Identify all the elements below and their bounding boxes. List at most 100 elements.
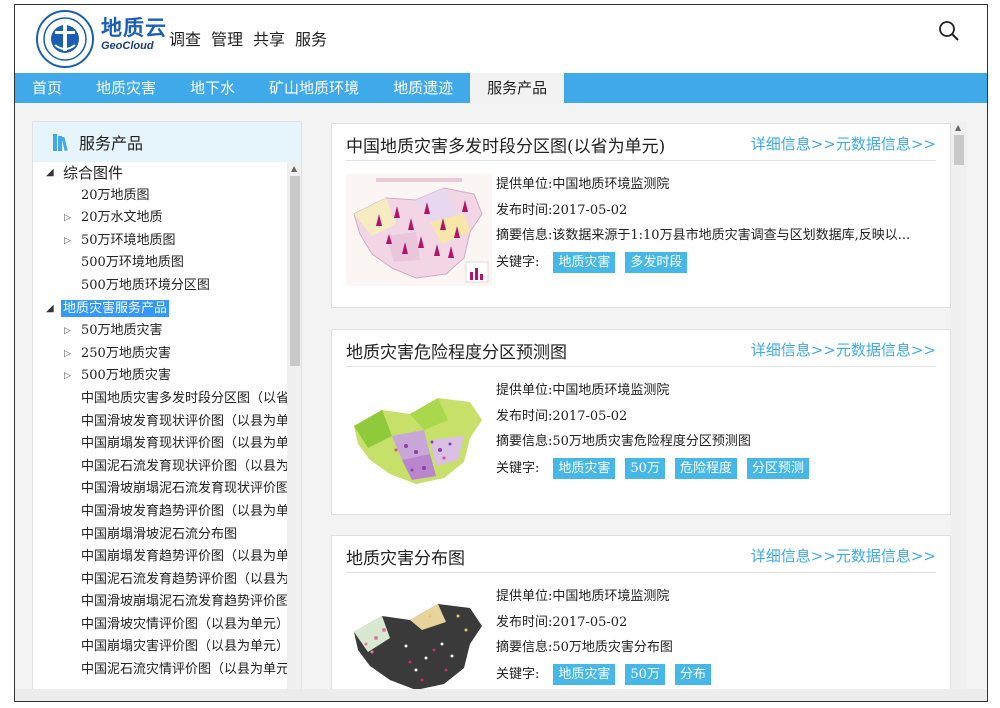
- collapsed-arrow-icon[interactable]: ▷: [64, 230, 71, 253]
- top-nav-manage[interactable]: 管理: [211, 26, 243, 50]
- tree-item-label: 中国滑坡灾情评价图（以县为单元）: [81, 616, 287, 632]
- nav-mine-environment[interactable]: 矿山地质环境: [252, 73, 376, 103]
- tree-item-label: 地质灾害服务产品: [61, 299, 170, 317]
- keyword-tag[interactable]: 地质灾害: [553, 458, 616, 479]
- tree-item[interactable]: 中国滑坡发育现状评价图（以县为单: [33, 411, 287, 434]
- content-scrollbar[interactable]: ▲: [951, 121, 967, 701]
- map-thumbnail-image[interactable]: [346, 586, 492, 698]
- product-tree: ◢ 综合图件 20万地质图 ▷ 20万水文地质 ▷ 50万环境地质图 500万环境地质图 500…: [33, 162, 287, 690]
- tree-item-label: 中国泥石流发育现状评价图（以县为: [81, 458, 287, 474]
- tree-item[interactable]: 20万地质图: [33, 185, 287, 208]
- sidebar: 服务产品 ◢ 综合图件 20万地质图 ▷ 20万水文地质 ▷ 50万环境地质图 500万环境地…: [32, 121, 302, 691]
- top-nav-survey[interactable]: 调查: [169, 26, 201, 50]
- summary-text: 摘要信息:50万地质灾害危险程度分区预测图: [496, 434, 751, 449]
- tree-item[interactable]: ▷ 250万地质灾害: [33, 343, 287, 366]
- scroll-up-icon[interactable]: ▲: [955, 123, 961, 132]
- map-thumbnail-image[interactable]: [346, 174, 492, 286]
- nav-groundwater[interactable]: 地下水: [173, 73, 252, 103]
- sidebar-scroll-thumb[interactable]: [290, 176, 300, 366]
- top-nav: 调查 管理 共享 服务: [169, 26, 327, 50]
- tree-item[interactable]: 中国滑坡发育趋势评价图（以县为单: [33, 501, 287, 524]
- tree-item[interactable]: 中国滑坡崩塌泥石流发育现状评价图: [33, 478, 287, 501]
- detail-info-link[interactable]: 详细信息>>: [751, 135, 836, 153]
- keyword-tag[interactable]: 50万: [625, 458, 665, 479]
- tree-item[interactable]: 500万地质环境分区图: [33, 275, 287, 298]
- keyword-tag[interactable]: 分区预测: [746, 458, 809, 479]
- product-card: 中国地质灾害多发时段分区图(以省为单元) 详细信息>>元数据信息>> 提供单位:…: [331, 123, 951, 308]
- tree-item[interactable]: 中国滑坡崩塌泥石流发育趋势评价图: [33, 591, 287, 614]
- detail-info-link[interactable]: 详细信息>>: [751, 547, 836, 565]
- product-card: 地质灾害危险程度分区预测图 详细信息>>元数据信息>> 提供单位:中国地质环境监…: [331, 329, 951, 515]
- nav-geoheritage[interactable]: 地质遗迹: [376, 73, 470, 103]
- keyword-tag[interactable]: 分布: [674, 664, 711, 685]
- nav-service-products[interactable]: 服务产品: [470, 73, 565, 103]
- scroll-up-icon[interactable]: ▲: [291, 164, 297, 173]
- card-title[interactable]: 地质灾害分布图: [346, 544, 465, 569]
- tree-item-label: 20万地质图: [81, 187, 150, 203]
- keyword-tag[interactable]: 地质灾害: [553, 252, 616, 273]
- tree-item[interactable]: 500万环境地质图: [33, 252, 287, 275]
- card-title[interactable]: 中国地质灾害多发时段分区图(以省为单元): [346, 132, 665, 157]
- keyword-tag[interactable]: 多发时段: [625, 252, 688, 273]
- tree-item-label: 综合图件: [63, 164, 124, 182]
- keyword-label: 关键字:: [496, 666, 540, 682]
- keyword-row: 关键字: 地质灾害 50万 分布: [496, 661, 711, 689]
- card-divider: [346, 160, 936, 161]
- card-title[interactable]: 地质灾害危险程度分区预测图: [346, 338, 567, 363]
- card-info: 提供单位:中国地质环境监测院 发布时间:2017-05-02 摘要信息:50万地…: [496, 584, 711, 689]
- collapsed-arrow-icon[interactable]: ▷: [64, 343, 71, 366]
- collapsed-arrow-icon[interactable]: ▷: [64, 365, 71, 388]
- geology-survey-logo-icon[interactable]: ·: [35, 9, 95, 69]
- product-card: 地质灾害分布图 详细信息>>元数据信息>> 提供单位:中国地质环境监测院 发布时…: [331, 535, 951, 701]
- detail-info-link[interactable]: 详细信息>>: [751, 341, 836, 359]
- top-nav-share[interactable]: 共享: [253, 26, 285, 50]
- metadata-info-link[interactable]: 元数据信息>>: [836, 135, 936, 153]
- keyword-tag[interactable]: 危险程度: [674, 458, 737, 479]
- app-window: · 地质云 GeoCloud 调查 管理 共享 服务 首页 地质灾害 地下水 矿…: [14, 4, 988, 702]
- keyword-tag[interactable]: 50万: [625, 664, 665, 685]
- nav-geohazard[interactable]: 地质灾害: [79, 73, 173, 103]
- collapsed-arrow-icon[interactable]: ▷: [64, 207, 71, 230]
- tree-item[interactable]: 中国泥石流发育趋势评价图（以县为: [33, 569, 287, 592]
- tree-item[interactable]: ▷ 500万地质灾害: [33, 365, 287, 388]
- tree-item-label: 50万地质灾害: [81, 323, 163, 339]
- tree-item-label: 中国崩塌灾害评价图（以县为单元）: [81, 639, 287, 655]
- tree-item[interactable]: ▷ 50万环境地质图: [33, 230, 287, 253]
- tree-category[interactable]: ◢ 综合图件: [33, 162, 287, 185]
- tree-item[interactable]: 中国泥石流发育现状评价图（以县为: [33, 456, 287, 479]
- expanded-arrow-icon[interactable]: ◢: [46, 298, 54, 321]
- search-icon[interactable]: [937, 19, 961, 43]
- tree-item-label: 中国滑坡发育趋势评价图（以县为单: [81, 503, 287, 519]
- keyword-row: 关键字: 地质灾害 多发时段: [496, 249, 910, 277]
- publish-date-text: 发布时间:2017-05-02: [496, 614, 628, 630]
- tree-item[interactable]: ▷ 50万地质灾害: [33, 320, 287, 343]
- tree-item-label: 500万环境地质图: [81, 255, 184, 271]
- tree-item-label: 中国滑坡崩塌泥石流发育趋势评价图: [81, 594, 287, 610]
- card-info: 提供单位:中国地质环境监测院 发布时间:2017-05-02 摘要信息:该数据来…: [496, 172, 910, 277]
- tree-item-label: 500万地质灾害: [81, 368, 171, 384]
- card-links: 详细信息>>元数据信息>>: [751, 133, 936, 154]
- tree-item[interactable]: 中国崩塌滑坡泥石流分布图: [33, 524, 287, 547]
- sidebar-scrollbar[interactable]: ▲: [287, 162, 301, 690]
- tree-item[interactable]: 中国泥石流灾情评价图（以县为单元: [33, 659, 287, 682]
- tree-item[interactable]: 中国滑坡灾情评价图（以县为单元）: [33, 614, 287, 637]
- collapsed-arrow-icon[interactable]: ▷: [64, 320, 71, 343]
- keyword-tag[interactable]: 地质灾害: [553, 664, 616, 685]
- sidebar-title: 服务产品: [79, 134, 144, 153]
- tree-item[interactable]: 中国崩塌发育现状评价图（以县为单: [33, 433, 287, 456]
- top-nav-service[interactable]: 服务: [295, 26, 327, 50]
- tree-item[interactable]: 中国崩塌灾害评价图（以县为单元）: [33, 636, 287, 659]
- metadata-info-link[interactable]: 元数据信息>>: [836, 547, 936, 565]
- tree-item-label: 中国崩塌发育现状评价图（以县为单: [81, 436, 287, 452]
- content-scroll-thumb[interactable]: [954, 135, 964, 165]
- horizontal-scrollbar[interactable]: [15, 689, 987, 701]
- tree-item[interactable]: ▷ 20万水文地质: [33, 207, 287, 230]
- map-thumbnail-image[interactable]: [346, 380, 492, 492]
- tree-category[interactable]: ◢ 地质灾害服务产品: [33, 298, 287, 321]
- brand[interactable]: 地质云 GeoCloud: [101, 16, 167, 53]
- tree-item[interactable]: 中国地质灾害多发时段分区图（以省: [33, 388, 287, 411]
- metadata-info-link[interactable]: 元数据信息>>: [836, 341, 936, 359]
- nav-home[interactable]: 首页: [15, 73, 79, 103]
- expanded-arrow-icon[interactable]: ◢: [46, 162, 54, 185]
- tree-item[interactable]: 中国崩塌发育趋势评价图（以县为单: [33, 546, 287, 569]
